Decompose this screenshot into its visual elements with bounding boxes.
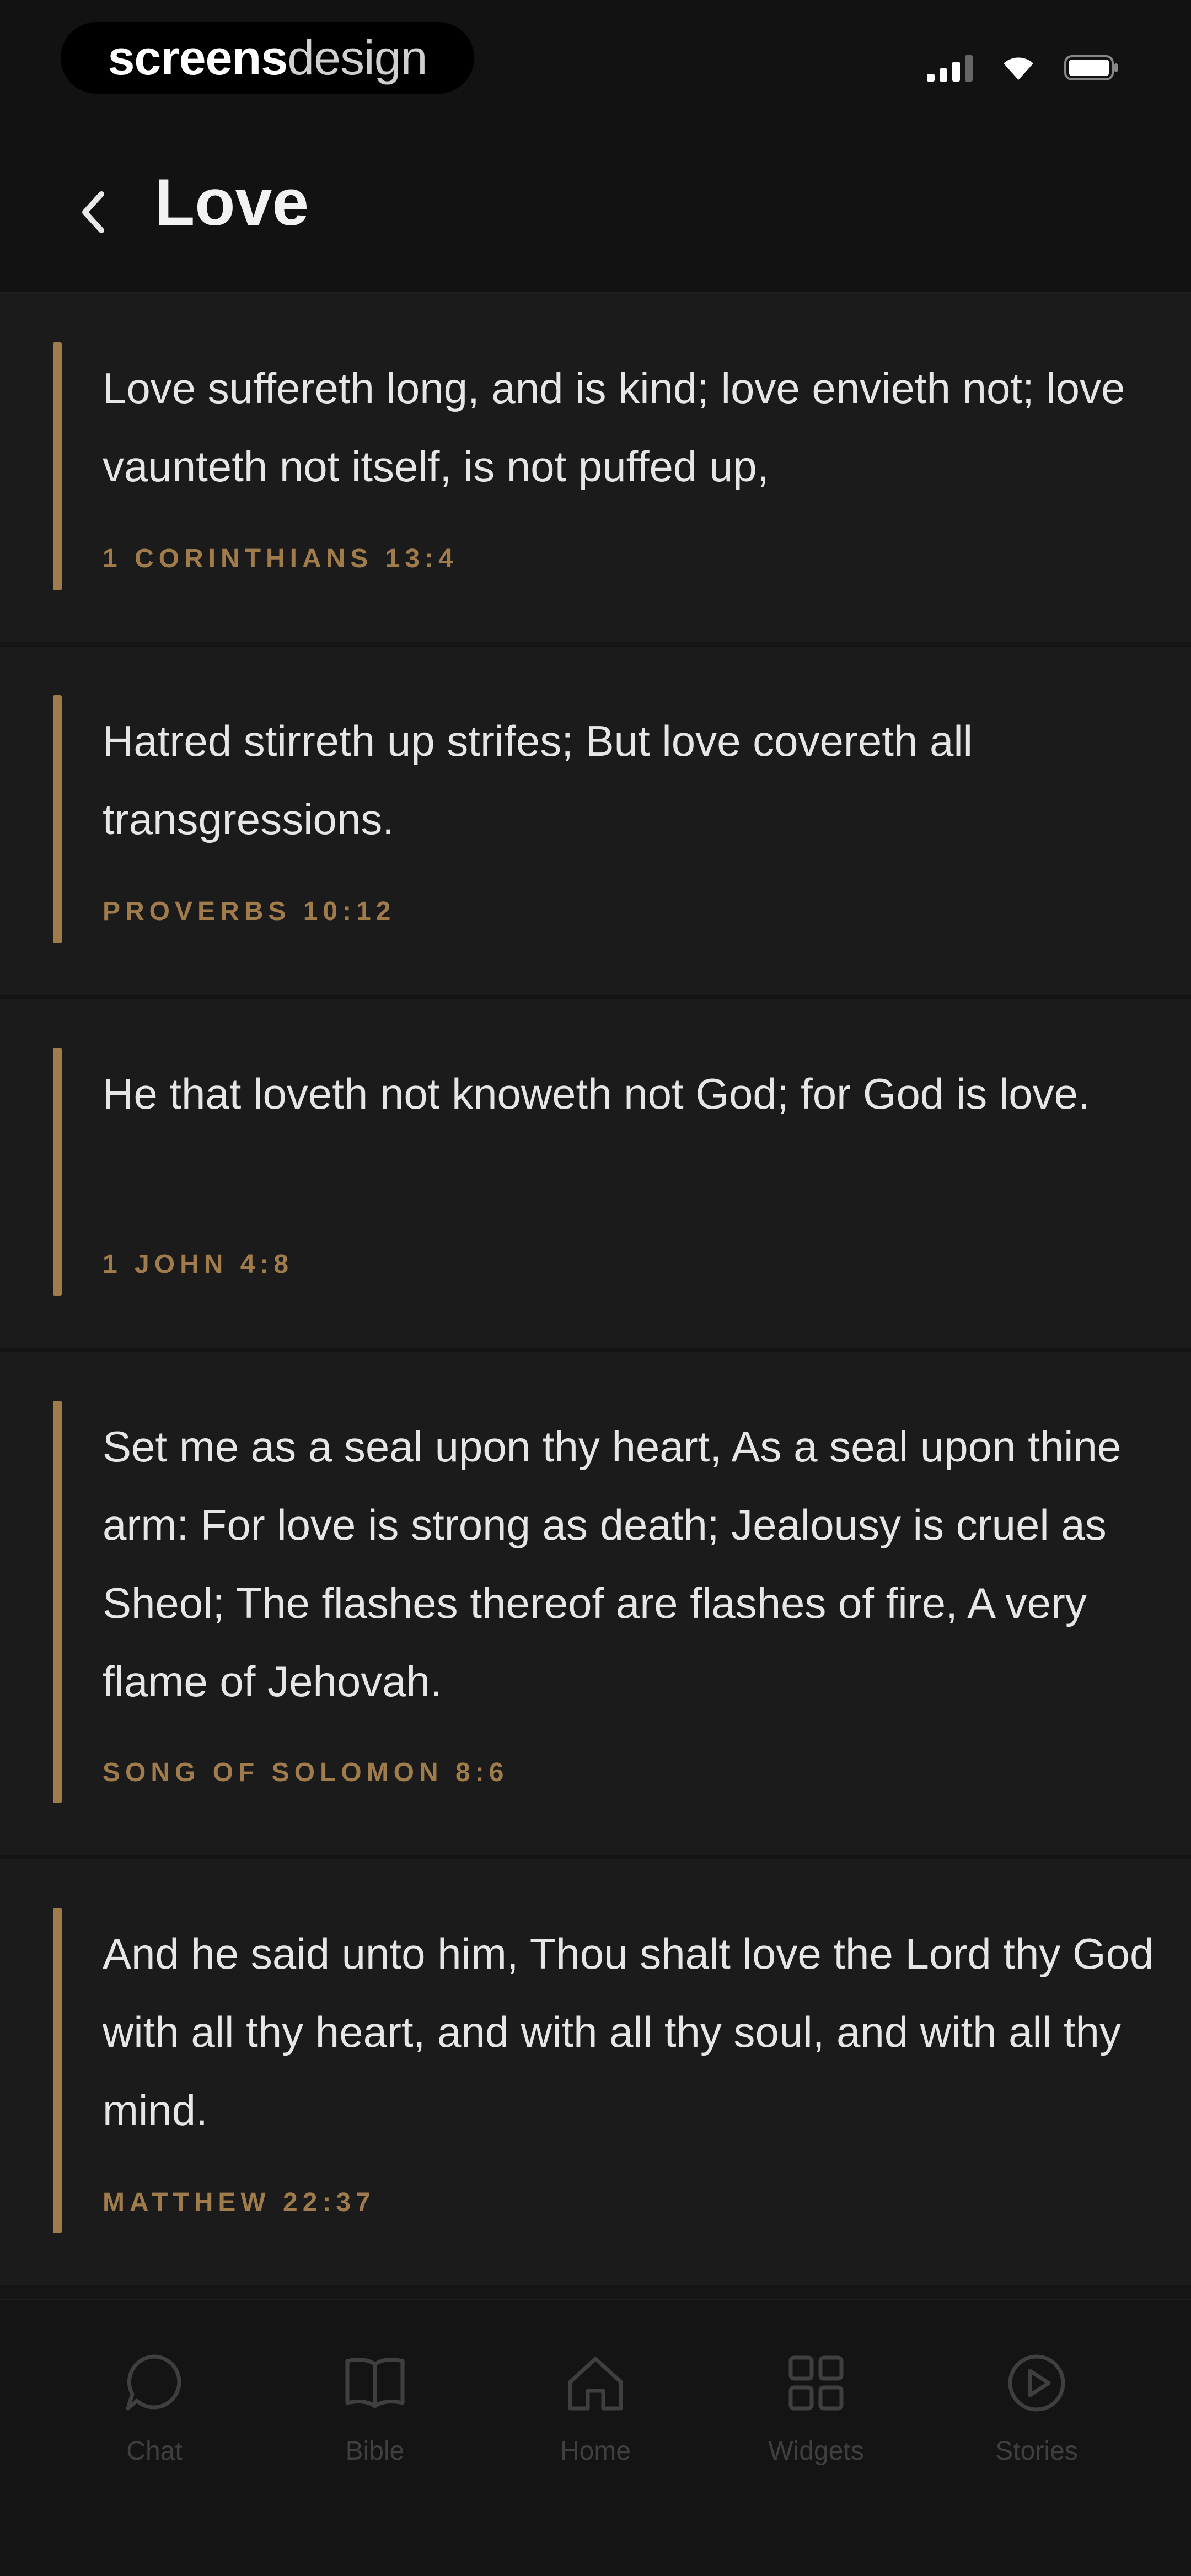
tab-home[interactable]: Home: [513, 2350, 678, 2493]
verse-reference: 1 JOHN 4:8: [103, 1250, 294, 1279]
verse-text: Set me as a seal upon thy heart, As a se…: [103, 1422, 1122, 1706]
tab-label: Widgets: [768, 2437, 864, 2466]
verse-list: Love suffereth long, and is kind; love e…: [0, 294, 1191, 2289]
chevron-left-icon: [82, 191, 104, 233]
grid-icon: [788, 2355, 844, 2411]
play-circle-icon: [1008, 2354, 1065, 2412]
tab-label: Home: [560, 2437, 631, 2466]
tab-label: Stories: [995, 2437, 1078, 2466]
verse-reference: SONG OF SOLOMON 8:6: [103, 1758, 509, 1787]
page-title: Love: [154, 165, 309, 239]
verse-card[interactable]: He that loveth not knoweth not God; for …: [0, 999, 1191, 1352]
battery-icon: [1064, 54, 1119, 82]
verse-card[interactable]: Set me as a seal upon thy heart, As a se…: [0, 1352, 1191, 1859]
verse-accent-bar: [53, 1401, 62, 1803]
cellular-signal-icon: [927, 54, 973, 82]
verse-card[interactable]: And he said unto him, Thou shalt love th…: [0, 1859, 1191, 2289]
verse-card[interactable]: Love suffereth long, and is kind; love e…: [0, 294, 1191, 647]
home-icon: [568, 2357, 623, 2411]
status-icons: [927, 49, 1119, 87]
verse-accent-bar: [53, 1048, 62, 1296]
verse-accent-bar: [53, 342, 62, 590]
status-bar: screens design: [0, 0, 1191, 121]
brand-logo: screens design: [61, 22, 474, 94]
tab-bible[interactable]: Bible: [292, 2350, 458, 2493]
verse-text: Hatred stirreth up strifes; But love cov…: [103, 717, 973, 843]
verse-card[interactable]: Hatred stirreth up strifes; But love cov…: [0, 647, 1191, 999]
wifi-icon: [1001, 55, 1036, 81]
verse-text: He that loveth not knoweth not God; for …: [103, 1069, 1090, 1118]
verse-reference: MATTHEW 22:37: [103, 2188, 375, 2217]
back-button[interactable]: [61, 171, 127, 254]
open-book-icon: [345, 2358, 405, 2408]
verse-reference: PROVERBS 10:12: [103, 897, 396, 926]
verse-reference: 1 CORINTHIANS 13:4: [103, 544, 458, 573]
verse-accent-bar: [53, 695, 62, 943]
brand-bold-text: screens: [108, 30, 288, 85]
bottom-tab-bar: Chat Bible Home Widgets Stories: [0, 2299, 1191, 2576]
brand-light-text: design: [287, 30, 427, 85]
tab-stories[interactable]: Stories: [954, 2350, 1119, 2493]
chat-bubble-icon: [126, 2354, 181, 2411]
navigation-header: Love: [0, 121, 1191, 294]
tab-label: Bible: [345, 2437, 405, 2466]
verse-accent-bar: [53, 1908, 62, 2233]
verse-text: Love suffereth long, and is kind; love e…: [103, 364, 1125, 491]
tab-widgets[interactable]: Widgets: [733, 2350, 899, 2493]
verse-text: And he said unto him, Thou shalt love th…: [103, 1929, 1154, 2134]
tab-chat[interactable]: Chat: [72, 2350, 237, 2493]
tab-label: Chat: [126, 2437, 183, 2466]
